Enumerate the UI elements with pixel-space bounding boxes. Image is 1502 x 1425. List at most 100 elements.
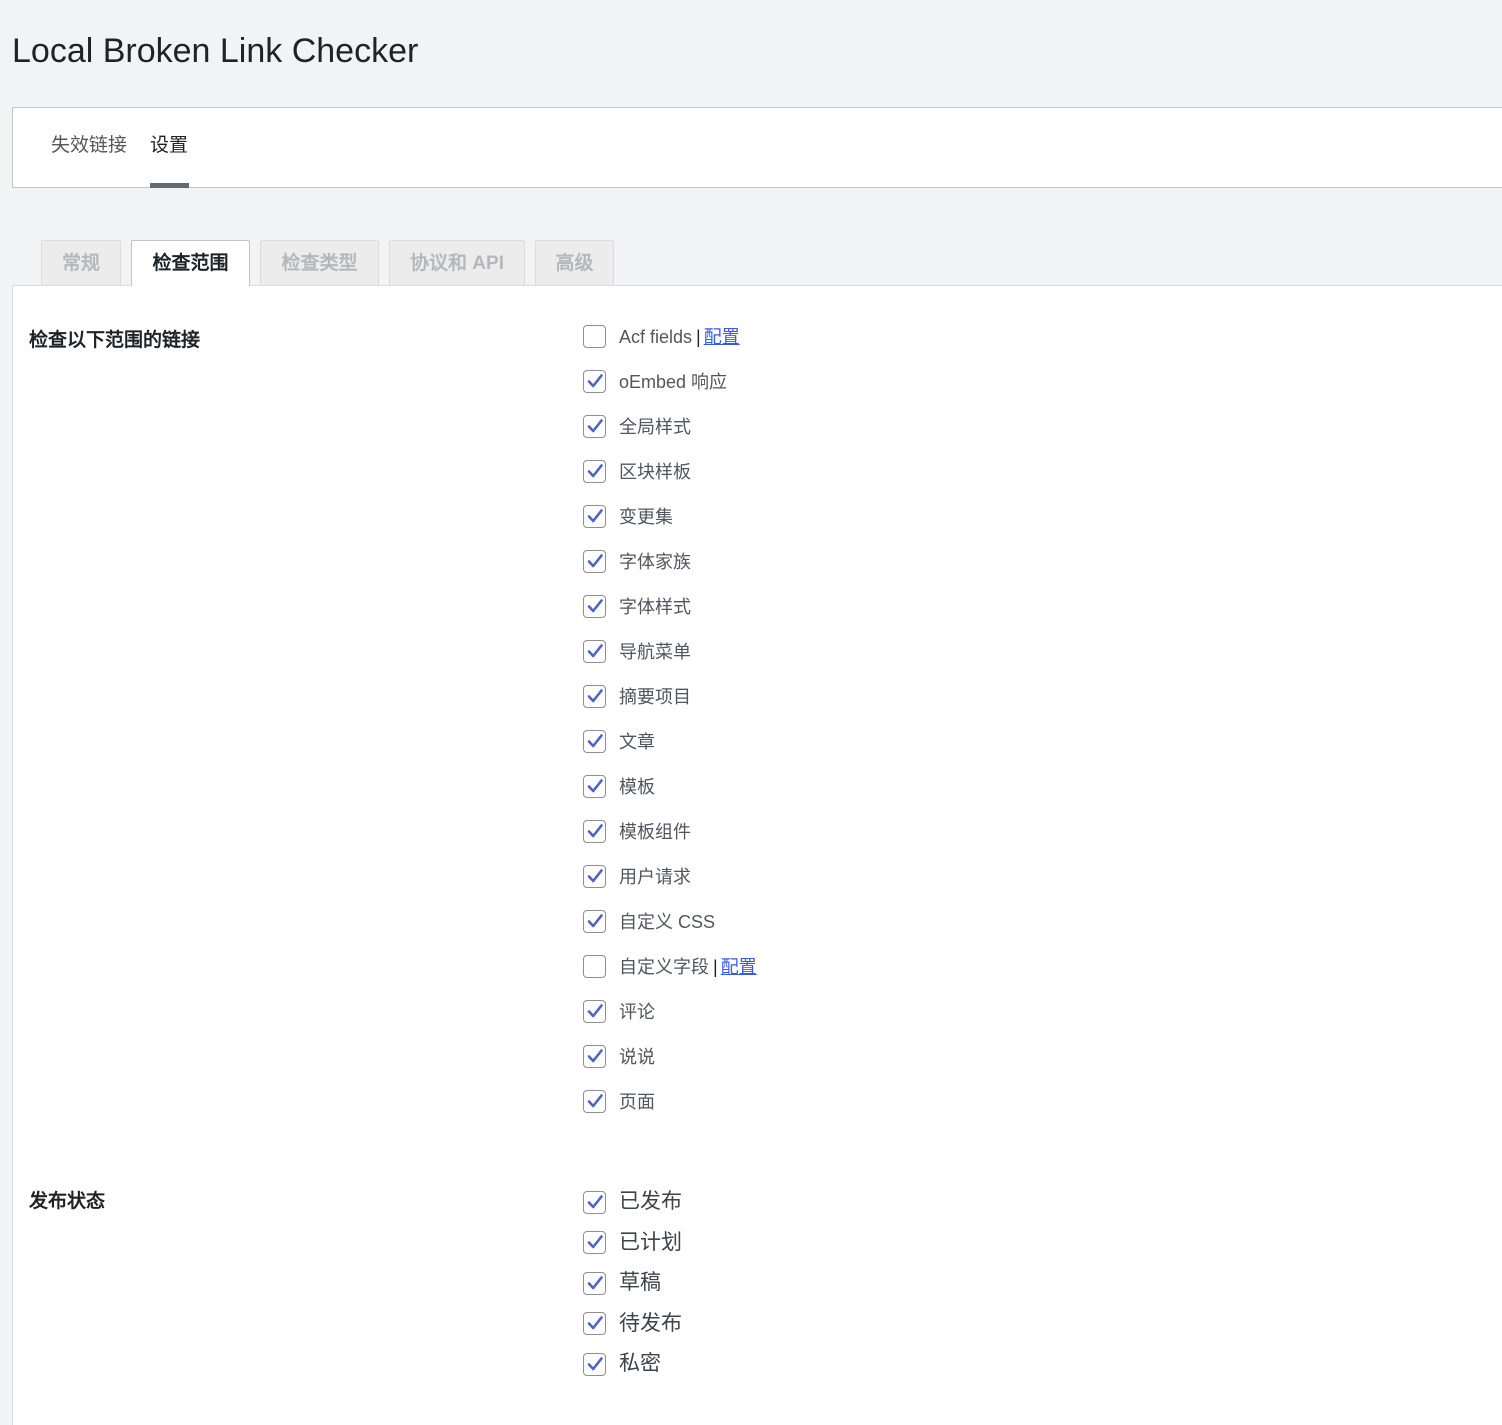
settings-panel: 检查以下范围的链接 Acf fields | 配置 oEmbed 响应 全局样式区块样板… <box>12 285 1502 1425</box>
checked-checkbox[interactable] <box>583 550 606 573</box>
checked-checkbox[interactable] <box>583 685 606 708</box>
checked-checkbox[interactable] <box>583 1271 606 1295</box>
checked-checkbox[interactable] <box>583 1045 606 1068</box>
option-text: oEmbed 响应 <box>619 371 728 392</box>
checked-checkbox[interactable] <box>583 1231 606 1255</box>
checked-checkbox[interactable] <box>583 865 606 888</box>
checkmark-icon <box>587 1094 603 1108</box>
option-text: 摘要项目 <box>619 686 691 707</box>
checkbox-row: 私密 <box>583 1344 682 1385</box>
option-label[interactable]: 模板 <box>619 775 655 799</box>
checkmark-icon <box>587 689 603 703</box>
checkmark-icon <box>587 1275 603 1290</box>
checked-checkbox[interactable] <box>583 1190 606 1214</box>
tab-general[interactable]: 常规 <box>41 240 121 285</box>
checkbox-row: Acf fields | 配置 <box>583 314 757 359</box>
checkmark-icon <box>587 914 603 928</box>
option-label[interactable]: 区块样板 <box>619 460 691 484</box>
option-text: 字体家族 <box>619 551 691 572</box>
top-nav: 失效链接 设置 <box>12 107 1502 188</box>
option-label[interactable]: 说说 <box>619 1045 655 1069</box>
option-label[interactable]: oEmbed 响应 <box>619 370 727 394</box>
option-text: 导航菜单 <box>619 641 691 662</box>
checkbox-row: 字体样式 <box>583 584 757 629</box>
checked-checkbox[interactable] <box>583 1090 606 1113</box>
configure-link[interactable]: 配置 <box>721 957 757 977</box>
tab-check-types[interactable]: 检查类型 <box>260 240 379 285</box>
scope-options-list: Acf fields | 配置 oEmbed 响应 全局样式区块样板变更集字体家族字体样… <box>583 314 757 1124</box>
checked-checkbox[interactable] <box>583 1352 606 1376</box>
checked-checkbox[interactable] <box>583 730 606 753</box>
option-label[interactable]: 字体样式 <box>619 595 691 619</box>
checkmark-icon <box>587 1356 603 1371</box>
tab-advanced[interactable]: 高级 <box>535 240 614 285</box>
active-nav-indicator <box>150 183 189 188</box>
option-label[interactable]: 变更集 <box>619 505 673 529</box>
tab-scope[interactable]: 检查范围 <box>131 240 250 286</box>
option-label[interactable]: 草稿 <box>619 1271 661 1295</box>
option-label[interactable]: 私密 <box>619 1352 661 1376</box>
checkbox-row: 模板组件 <box>583 809 757 854</box>
checkbox-row: oEmbed 响应 <box>583 359 757 404</box>
scope-section-label: 检查以下范围的链接 <box>29 330 201 351</box>
option-text: 用户请求 <box>619 866 691 887</box>
checkmark-icon <box>587 1194 603 1209</box>
option-text: 变更集 <box>619 506 673 527</box>
configure-link[interactable]: 配置 <box>704 327 740 347</box>
checkbox-row: 摘要项目 <box>583 674 757 719</box>
option-label[interactable]: 已发布 <box>619 1190 682 1214</box>
option-text: 自定义 CSS <box>619 911 716 932</box>
option-label[interactable]: 导航菜单 <box>619 640 691 664</box>
checkmark-icon <box>587 464 603 478</box>
option-label[interactable]: 自定义字段 | 配置 <box>619 955 757 979</box>
checked-checkbox[interactable] <box>583 640 606 663</box>
checkmark-icon <box>587 599 603 613</box>
option-label[interactable]: 页面 <box>619 1090 655 1114</box>
checkmark-icon <box>587 1316 603 1330</box>
option-text: 自定义字段 <box>619 956 709 977</box>
checked-checkbox[interactable] <box>583 1312 606 1336</box>
checkbox-row: 评论 <box>583 989 757 1034</box>
checked-checkbox[interactable] <box>583 460 606 483</box>
checked-checkbox[interactable] <box>583 415 606 438</box>
checkmark-icon <box>587 1235 603 1249</box>
option-label[interactable]: 字体家族 <box>619 550 691 574</box>
tab-protocols-api[interactable]: 协议和 API <box>389 240 525 285</box>
nav-settings[interactable]: 设置 <box>150 133 188 159</box>
checked-checkbox[interactable] <box>583 595 606 618</box>
option-label[interactable]: Acf fields | 配置 <box>619 325 740 349</box>
nav-broken-links[interactable]: 失效链接 <box>51 133 127 159</box>
checkbox-row: 页面 <box>583 1079 757 1124</box>
checked-checkbox[interactable] <box>583 820 606 843</box>
option-label[interactable]: 摘要项目 <box>619 685 691 709</box>
option-label[interactable]: 待发布 <box>619 1312 682 1336</box>
option-text: 已发布 <box>619 1190 682 1214</box>
option-label[interactable]: 全局样式 <box>619 415 691 439</box>
checkmark-icon <box>587 1049 603 1063</box>
option-label[interactable]: 用户请求 <box>619 865 691 889</box>
checkbox-row: 文章 <box>583 719 757 764</box>
checkbox-row: 自定义 CSS <box>583 899 757 944</box>
option-label[interactable]: 自定义 CSS <box>619 910 715 934</box>
option-label[interactable]: 文章 <box>619 730 655 754</box>
checked-checkbox[interactable] <box>583 775 606 798</box>
checkbox-row: 模板 <box>583 764 757 809</box>
checkmark-icon <box>587 554 603 568</box>
checkbox-row: 待发布 <box>583 1304 682 1345</box>
option-label[interactable]: 已计划 <box>619 1231 682 1255</box>
settings-page: Local Broken Link Checker 失效链接 设置 常规 检查范… <box>0 0 1502 1425</box>
checked-checkbox[interactable] <box>583 910 606 933</box>
unchecked-checkbox[interactable] <box>583 325 606 348</box>
checkmark-icon <box>587 1004 603 1018</box>
checkmark-icon <box>587 509 603 523</box>
checkbox-row: 全局样式 <box>583 404 757 449</box>
checked-checkbox[interactable] <box>583 505 606 528</box>
checkbox-row: 草稿 <box>583 1263 682 1304</box>
checked-checkbox[interactable] <box>583 370 606 393</box>
option-label[interactable]: 模板组件 <box>619 820 691 844</box>
unchecked-checkbox[interactable] <box>583 955 606 978</box>
checkmark-icon <box>587 644 603 658</box>
option-label[interactable]: 评论 <box>619 1000 655 1024</box>
checked-checkbox[interactable] <box>583 1000 606 1023</box>
checkmark-icon <box>587 734 603 748</box>
